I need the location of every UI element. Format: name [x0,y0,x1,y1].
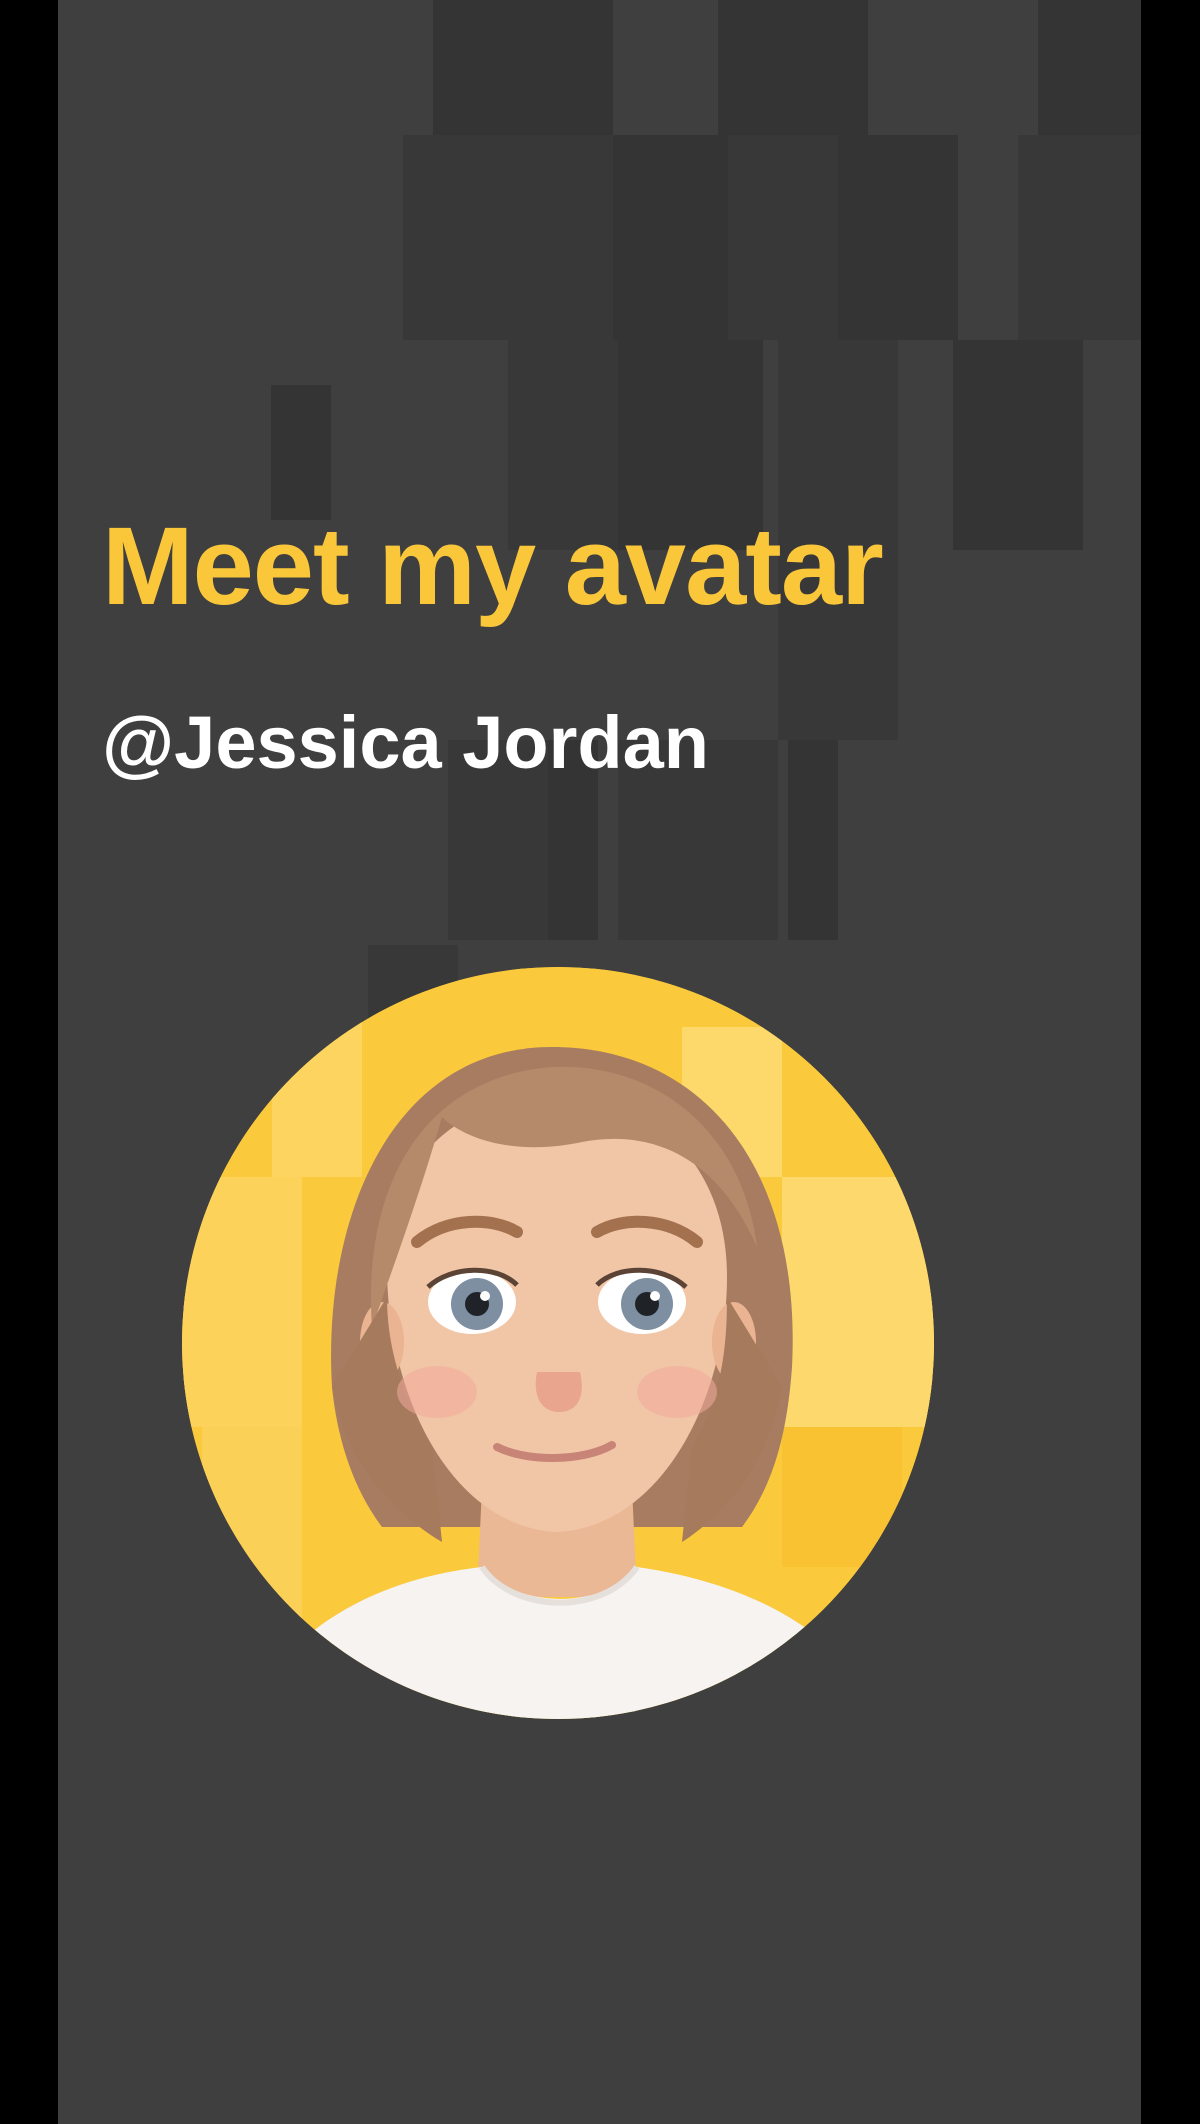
bg-block [433,0,613,135]
bg-block [1018,135,1141,340]
bg-block [718,0,868,135]
avatar-image [182,967,934,1719]
bg-block [613,135,728,340]
avatar-card: Meet my avatar @Jessica Jordan [58,0,1141,2124]
letterbox-left [0,0,58,2124]
bg-block [953,340,1083,550]
bg-block [1038,0,1141,135]
page-title: Meet my avatar [102,505,884,628]
bg-block [838,135,958,340]
bg-block [788,740,838,940]
user-handle: @Jessica Jordan [102,701,709,784]
bg-block [271,385,331,520]
avatar-portrait-icon [182,967,934,1719]
letterbox-right [1141,0,1200,2124]
